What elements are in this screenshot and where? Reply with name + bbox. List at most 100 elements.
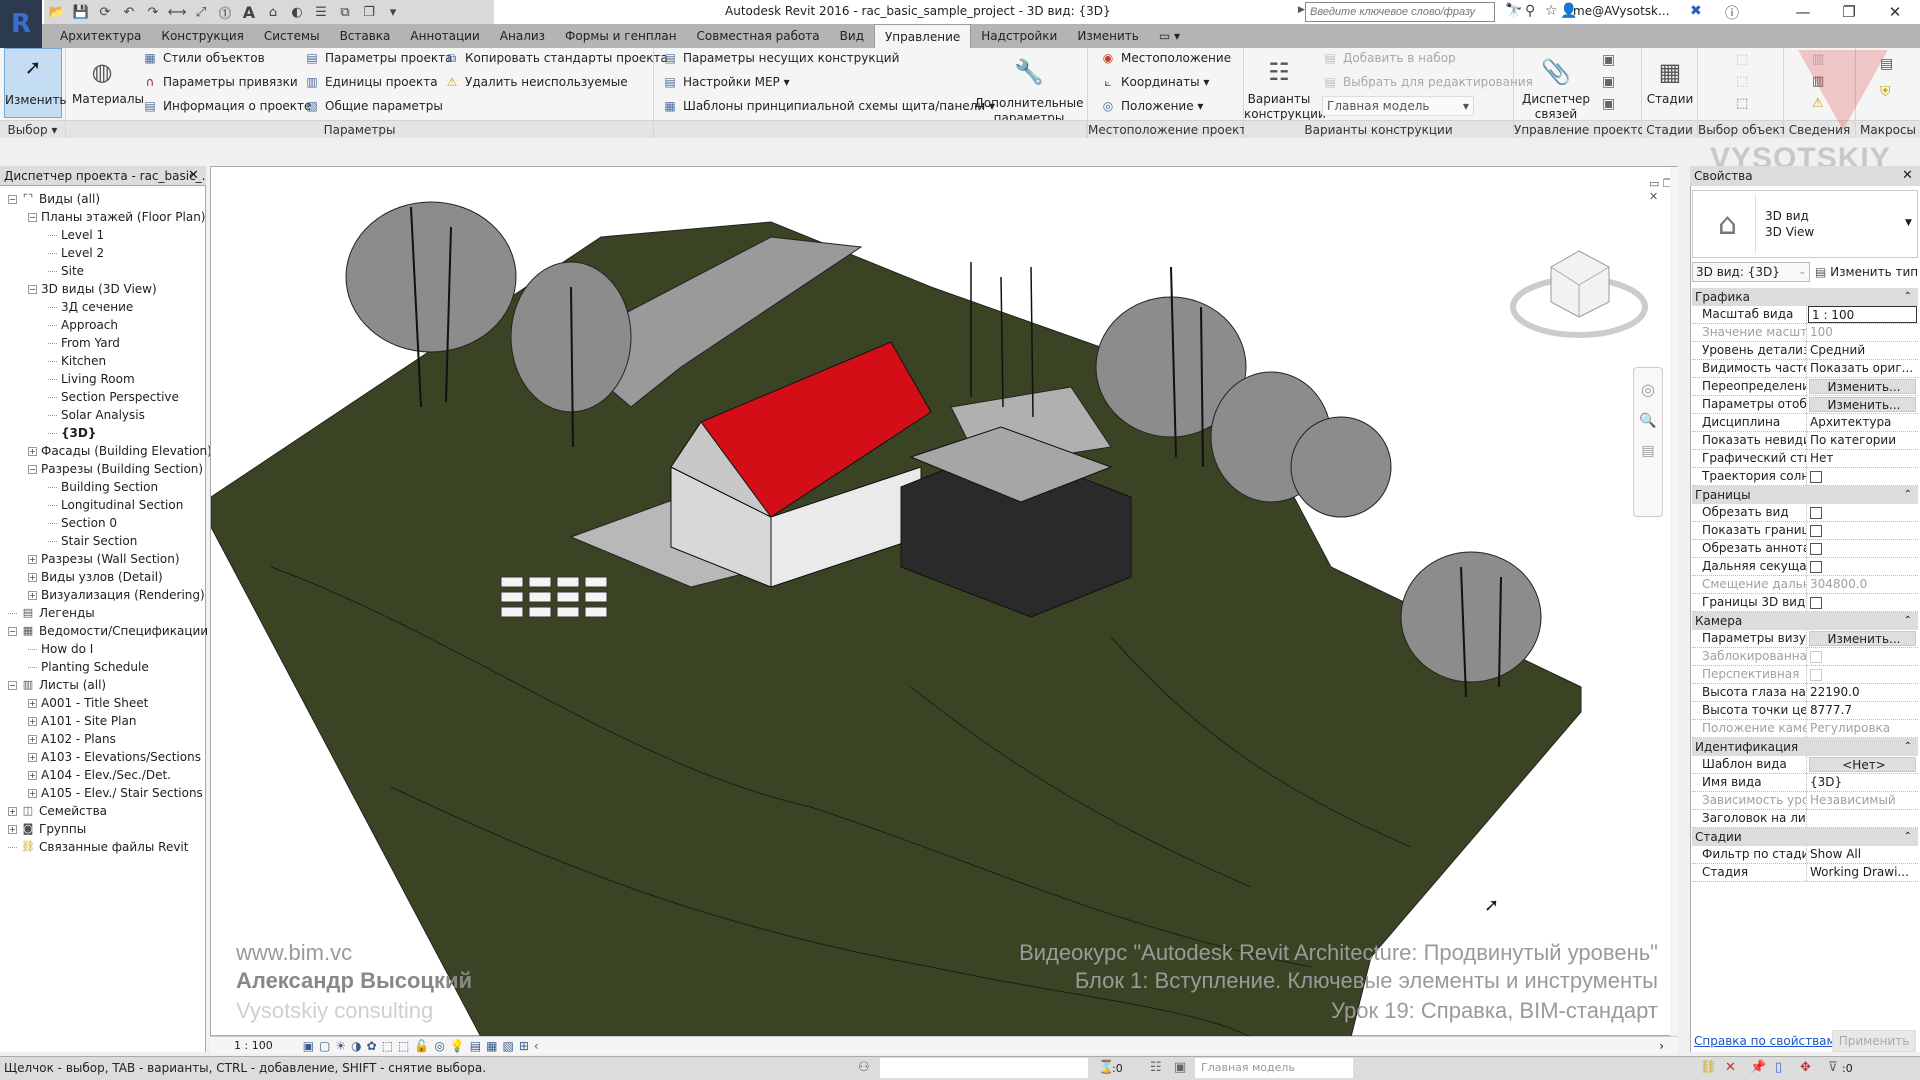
tab-massing-site[interactable]: Формы и генплан [555, 24, 687, 48]
steering-wheel-icon[interactable]: ◎ [1634, 380, 1662, 399]
property-checkbox[interactable] [1810, 471, 1822, 483]
property-value[interactable]: Средний [1807, 342, 1918, 359]
tab-systems[interactable]: Системы [254, 24, 330, 48]
mep-settings-button[interactable]: ▤ Настройки MEP ▾ [662, 72, 789, 92]
expand-icon[interactable]: + [8, 806, 17, 816]
expand-icon[interactable]: + [8, 824, 17, 834]
3d-viewport[interactable]: ◎ 🔍 ▤ ▭ ❐ ✕ [210, 166, 1679, 1038]
location-button[interactable]: ◉ Местоположение [1100, 48, 1231, 68]
collapse-icon[interactable]: − [28, 212, 37, 222]
zoom-extents-icon[interactable]: ▤ [1634, 443, 1662, 459]
tab-manage[interactable]: Управление [873, 24, 972, 48]
collapse-group-icon[interactable]: ⌃ [1904, 738, 1912, 756]
scroll-right-icon[interactable]: › [1659, 1039, 1664, 1053]
temp-hide-icon[interactable]: ◎ [434, 1039, 444, 1053]
tree-item[interactable]: Longitudinal Section [48, 496, 183, 514]
manage-images-icon[interactable]: ▣ [1602, 52, 1615, 68]
tree-item[interactable]: + A105 - Elev./ Stair Sections [28, 784, 203, 802]
lock-view-icon[interactable]: 🔓 [414, 1039, 429, 1053]
tree-item[interactable]: + A102 - Plans [28, 730, 116, 748]
expand-icon[interactable]: + [28, 572, 37, 582]
tree-item[interactable]: + A101 - Site Plan [28, 712, 136, 730]
tree-item[interactable]: Level 1 [48, 226, 104, 244]
dimension-icon[interactable]: ⤢ [192, 3, 210, 21]
tree-item[interactable]: − Разрезы (Building Section) [28, 460, 203, 478]
add-to-set-button[interactable]: ▤ Добавить в набор [1322, 48, 1455, 68]
properties-help-link[interactable]: Справка по свойствам [1694, 1034, 1836, 1048]
tab-architecture[interactable]: Архитектура [50, 24, 151, 48]
tree-item[interactable]: Solar Analysis [48, 406, 145, 424]
zoom-icon[interactable]: 🔍 [1634, 413, 1662, 429]
3d-view-icon[interactable]: ⌂ [264, 3, 282, 21]
tree-item[interactable]: ▤ Легенды [8, 604, 95, 622]
property-value[interactable]: Working Drawi... [1807, 864, 1918, 881]
tab-view[interactable]: Вид [830, 24, 874, 48]
tree-item[interactable]: − Планы этажей (Floor Plan) [28, 208, 205, 226]
collapse-icon[interactable]: − [8, 680, 17, 690]
tag-icon[interactable]: ⓵ [216, 3, 234, 22]
manage-links-button[interactable]: 📎 Диспетчер связей [1518, 50, 1594, 122]
collapse-icon[interactable]: − [28, 464, 37, 474]
edit-selection-icon[interactable]: ⬚ [1736, 96, 1748, 111]
tree-item[interactable]: + Разрезы (Wall Section) [28, 550, 180, 568]
reveal-hidden-icon[interactable]: 💡 [450, 1039, 465, 1053]
tree-item[interactable]: Approach [48, 316, 118, 334]
select-links-icon[interactable]: ⛓ [1700, 1060, 1717, 1075]
snaps-button[interactable]: ∩ Параметры привязки [142, 72, 298, 92]
property-group-header[interactable]: Графика ⌃ [1692, 288, 1918, 306]
show-crop-icon[interactable]: ⬚ [398, 1039, 409, 1053]
tree-item[interactable]: Kitchen [48, 352, 106, 370]
subscription-icon[interactable]: ⚲ [1525, 3, 1535, 19]
collapse-icon[interactable]: − [8, 626, 17, 636]
select-by-face-icon[interactable]: ▯ [1775, 1060, 1782, 1075]
tree-item[interactable]: {3D} [48, 424, 96, 442]
shared-parameters-button[interactable]: ▧ Общие параметры [304, 96, 443, 116]
property-value[interactable]: По категории [1807, 432, 1918, 449]
property-value[interactable]: Архитектура [1807, 414, 1918, 431]
minimize-button[interactable]: — [1780, 0, 1826, 24]
project-units-button[interactable]: ▥ Единицы проекта [304, 72, 437, 92]
collapse-group-icon[interactable]: ⌃ [1904, 486, 1912, 504]
object-styles-button[interactable]: ▦ Стили объектов [142, 48, 264, 68]
crop-view-icon[interactable]: ⬚ [382, 1039, 393, 1053]
property-value[interactable]: 22190.0 [1807, 684, 1918, 701]
filter-icon[interactable]: ⊽ [1828, 1060, 1838, 1075]
measure-icon[interactable]: ⟷ [168, 3, 187, 21]
temp-view-props-icon[interactable]: ▤ [470, 1039, 481, 1053]
expand-icon[interactable]: + [28, 752, 37, 762]
additional-settings-button[interactable]: 🔧 Дополнительные параметры [974, 50, 1084, 126]
property-checkbox[interactable] [1810, 561, 1822, 573]
sun-path-icon[interactable]: ☀ [335, 1039, 346, 1053]
property-edit-button[interactable]: <Нет> [1809, 757, 1916, 772]
property-group-header[interactable]: Идентификация ⌃ [1692, 738, 1918, 756]
tree-item[interactable]: + ◙ Группы [8, 820, 86, 838]
property-edit-button[interactable]: Изменить... [1809, 631, 1916, 646]
expand-icon[interactable]: + [28, 554, 37, 564]
collapse-icon[interactable]: − [28, 284, 37, 294]
modify-button[interactable]: ➚ Изменить [4, 48, 67, 118]
text-icon[interactable]: A [240, 3, 258, 22]
section-icon[interactable]: ◐ [288, 3, 306, 21]
expand-icon[interactable]: + [28, 770, 37, 780]
sync-icon[interactable]: ⟳ [96, 3, 114, 21]
tree-item[interactable]: Site [48, 262, 84, 280]
vertical-scrollbar[interactable] [1670, 167, 1678, 1037]
search-expand-icon[interactable]: ▶ [1298, 5, 1305, 15]
ribbon-minimize-toggle[interactable]: ▭ ▾ [1149, 24, 1190, 48]
tree-item[interactable]: − ▥ Листы (all) [8, 676, 106, 694]
detail-level-icon[interactable]: ▣ [303, 1039, 314, 1053]
transfer-standards-button[interactable]: ⧉ Копировать стандарты проекта [444, 48, 668, 68]
worksets-icon[interactable]: ⚇ [858, 1060, 870, 1075]
3d-model-view[interactable] [210, 167, 1679, 1038]
view-scale[interactable]: 1 : 100 [234, 1039, 273, 1052]
save-icon[interactable]: 💾 [72, 3, 90, 21]
tree-item[interactable]: + A104 - Elev./Sec./Det. [28, 766, 171, 784]
tree-item[interactable]: + A103 - Elevations/Sections [28, 748, 201, 766]
close-windows-icon[interactable]: ⧉ [336, 3, 354, 21]
expand-icon[interactable]: + [28, 446, 37, 456]
tree-item[interactable]: Planting Schedule [28, 658, 149, 676]
render-icon[interactable]: ✿ [367, 1039, 377, 1053]
select-pinned-icon[interactable]: 📌 [1750, 1060, 1766, 1075]
property-value[interactable]: Show All [1807, 846, 1918, 863]
undo-icon[interactable]: ↶ [120, 3, 138, 21]
